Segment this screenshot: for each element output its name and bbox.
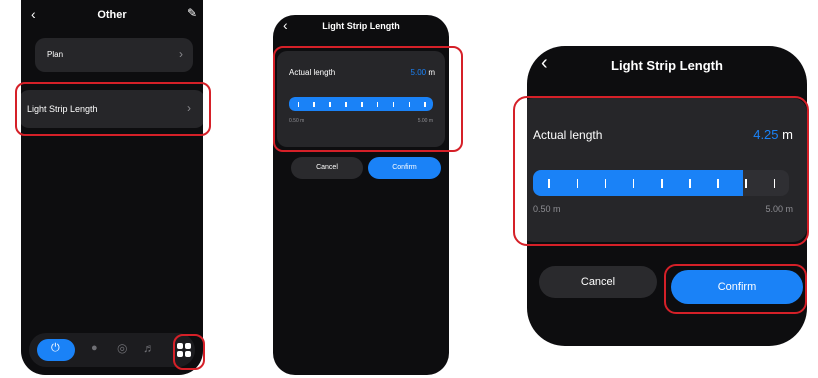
edit-icon[interactable]: ✎ bbox=[187, 6, 197, 20]
page-title: Other bbox=[97, 9, 127, 21]
chevron-right-icon: › bbox=[179, 47, 183, 61]
power-button[interactable]: ⏻ bbox=[37, 339, 75, 361]
phone-screen-other: ‹ Other ✎ Plan › Light Strip Length › ⏻ … bbox=[21, 0, 203, 375]
tutorial-stage: ‹ Other ✎ Plan › Light Strip Length › ⏻ … bbox=[0, 0, 818, 378]
page-title: Light Strip Length bbox=[322, 21, 400, 31]
highlight-length-card bbox=[273, 46, 463, 152]
highlight-confirm-button bbox=[664, 264, 807, 314]
music-icon[interactable]: ♬ bbox=[143, 341, 155, 355]
palette-icon[interactable]: ◎ bbox=[117, 341, 127, 355]
bulb-icon[interactable]: ● bbox=[91, 342, 98, 354]
cancel-button[interactable]: Cancel bbox=[291, 157, 363, 179]
cancel-button[interactable]: Cancel bbox=[539, 266, 657, 298]
highlight-length-card bbox=[513, 96, 809, 246]
confirm-button[interactable]: Confirm bbox=[368, 157, 441, 179]
power-icon: ⏻ bbox=[51, 342, 60, 354]
highlight-grid-icon bbox=[173, 334, 205, 370]
bottom-tab-bar: ⏻ ● ◎ ♬ bbox=[29, 333, 195, 367]
menu-item-plan[interactable]: Plan › bbox=[35, 38, 193, 72]
page-title: Light Strip Length bbox=[611, 58, 723, 73]
highlight-light-strip-length bbox=[15, 82, 211, 136]
menu-item-label: Plan bbox=[47, 50, 64, 59]
